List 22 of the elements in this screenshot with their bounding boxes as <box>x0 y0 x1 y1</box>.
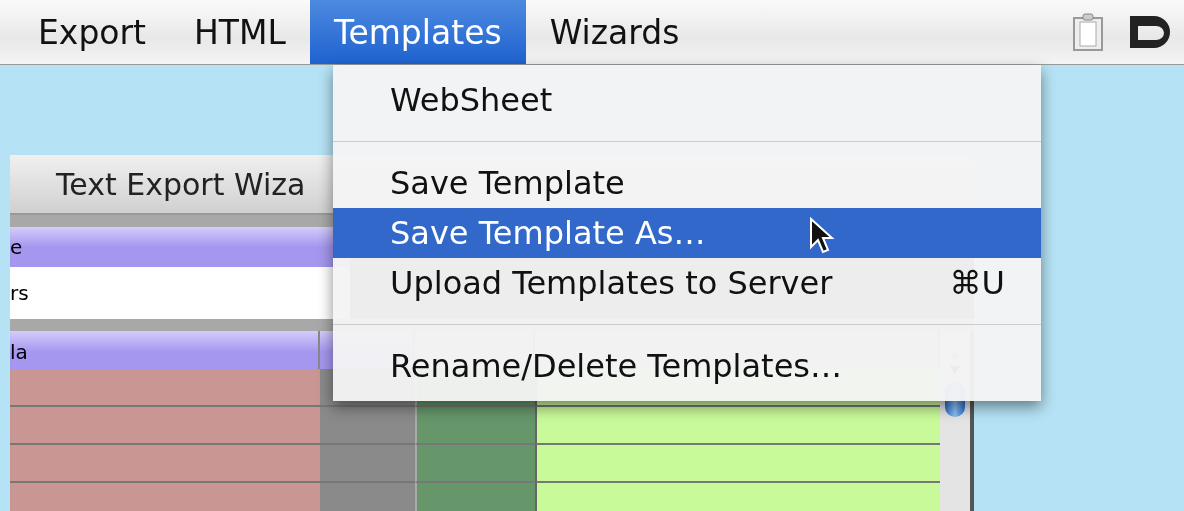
menu-option[interactable]: WebSheet <box>333 75 1041 125</box>
cursor-icon <box>809 217 835 255</box>
clipboard-icon[interactable] <box>1072 12 1104 52</box>
menu-option[interactable]: Rename/Delete Templates… <box>333 341 1041 391</box>
window-title: Text Export Wiza <box>56 166 306 202</box>
folder-icon[interactable] <box>1128 14 1172 50</box>
field-text: rs <box>10 281 29 305</box>
option-label: Save Template As… <box>390 214 706 252</box>
menu-option[interactable]: Save Template <box>333 158 1041 208</box>
menu-item[interactable]: Export <box>14 0 171 64</box>
field-text: e <box>10 235 23 259</box>
column-header-text: la <box>10 340 28 364</box>
option-label: Rename/Delete Templates… <box>390 347 842 385</box>
menu-option[interactable]: Save Template As… <box>333 208 1041 258</box>
option-label: Upload Templates to Server <box>390 264 833 302</box>
option-label: WebSheet <box>390 81 553 119</box>
menu-item[interactable]: Wizards <box>525 0 704 64</box>
option-label: Save Template <box>390 164 625 202</box>
menu-item[interactable]: HTML <box>170 0 310 64</box>
menu-item[interactable]: Templates <box>309 0 526 64</box>
shortcut-text: ⌘U <box>949 264 1005 302</box>
menu-option[interactable]: Upload Templates to Server ⌘U <box>333 258 1041 308</box>
